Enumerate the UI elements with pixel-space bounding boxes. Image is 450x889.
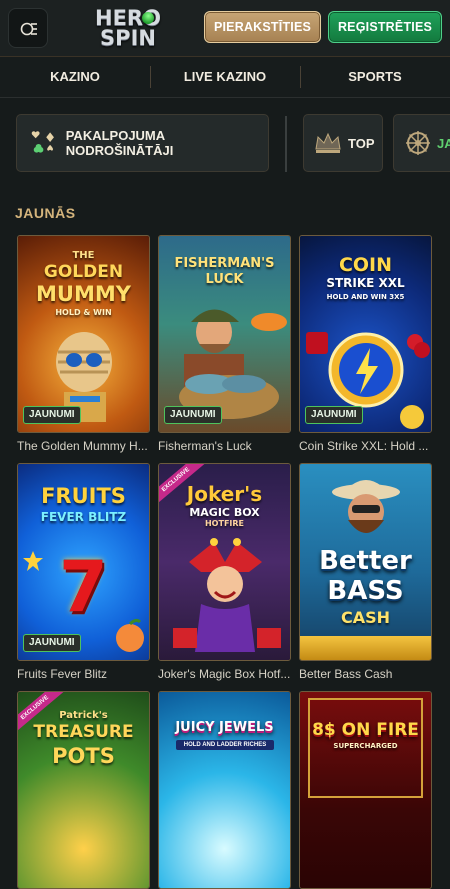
game-thumbnail: Patrick's TREASURE POTS EXCLUSIVE [18,692,149,888]
game-art-text: JUICY JEWELS [175,720,274,735]
game-art-text: HOLD AND LADDER RICHES [183,742,267,748]
game-card[interactable]: Patrick's TREASURE POTS EXCLUSIVE [17,691,150,889]
cards-icon [31,131,54,153]
game-art-text: STRIKE XXL [326,276,405,290]
game-art-text: FRUITS [41,484,126,508]
game-title[interactable]: Fisherman's Luck [158,439,293,457]
game-title[interactable]: Better Bass Cash [299,667,434,685]
game-card[interactable]: THE GOLDEN MUMMY HOLD & WIN JAUNUMI [17,235,150,433]
category-label: JA [437,135,450,151]
game-card[interactable]: COIN STRIKE XXL HOLD AND WIN 3X5 JAUNUMI [299,235,432,433]
top-header: HERO SPIN PIERAKSTĪTIES REĢISTRĒTIES [0,0,450,57]
game-thumbnail: 8$ ON FIRE SUPERCHARGED [300,692,431,888]
game-card[interactable]: FRUITS FEVER BLITZ 7 JAUNUMI [17,463,150,661]
game-thumbnail: Joker's MAGIC BOX HOTFIRE [159,464,290,660]
game-art-text: CASH [340,608,391,627]
login-button[interactable]: PIERAKSTĪTIES [204,11,321,43]
category-label: TOP [348,135,375,151]
wheel-icon [406,131,430,155]
game-title[interactable]: Joker's Magic Box Hotf... [158,667,293,685]
game-art-text: POTS [52,744,115,768]
game-thumbnail: Better BASS CASH [300,464,431,660]
game-thumbnail: FRUITS FEVER BLITZ 7 [18,464,149,660]
joker-character-icon [173,538,281,652]
new-badge: JAUNUMI [23,634,81,652]
game-art-text: MUMMY [36,282,131,306]
game-art-text: SUPERCHARGED [333,742,398,750]
game-art-text: 8$ ON FIRE [312,720,419,740]
game-card[interactable]: Better BASS CASH [299,463,432,661]
nav-divider [150,66,151,88]
category-providers[interactable]: PAKALPOJUMA NODROŠINĀTĀJI [16,114,269,172]
game-thumbnail: COIN STRIKE XXL HOLD AND WIN 3X5 [300,236,431,432]
game-art-text: THE [72,250,95,261]
category-strip: PAKALPOJUMA NODROŠINĀTĀJI TOP JA [0,112,450,176]
game-art-text: HOTFIRE [204,519,245,528]
game-art-text: LUCK [205,272,244,287]
game-art-text: COIN [338,254,393,276]
category-top[interactable]: TOP [303,114,383,172]
game-art-text: MAGIC BOX [189,506,260,519]
game-art-text: GOLDEN [43,262,124,282]
game-art-text: TREASURE [33,722,134,742]
new-badge: JAUNUMI [164,406,222,424]
game-art-text: HOLD AND WIN 3X5 [326,293,405,301]
game-art-plate: HOLD AND LADDER RICHES [176,740,274,750]
game-art-text: FEVER BLITZ [40,510,127,524]
category-divider [285,116,287,172]
game-art-text: HOLD & WIN [55,308,112,317]
game-art-text: BASS [327,576,404,606]
nav-divider [300,66,301,88]
game-art-text: Better [319,546,412,576]
site-logo[interactable]: HERO SPIN [92,8,164,52]
game-card[interactable]: FISHERMAN'S LUCK JAUNUMI [158,235,291,433]
nav-tab-sports[interactable]: SPORTS [315,57,435,97]
game-thumbnail: JUICY JEWELS HOLD AND LADDER RICHES [159,692,290,888]
star-icon [23,551,43,571]
category-wheel[interactable]: JA [393,114,450,172]
game-card[interactable]: JUICY JEWELS HOLD AND LADDER RICHES [158,691,291,889]
new-badge: JAUNUMI [23,406,81,424]
game-card[interactable]: 8$ ON FIRE SUPERCHARGED [299,691,432,889]
peach-icon [116,618,144,652]
menu-button[interactable] [8,8,48,48]
main-nav: KAZINO LIVE KAZINO SPORTS [0,57,450,98]
crown-icon [315,132,341,153]
category-label: PAKALPOJUMA NODROŠINĀTĀJI [65,128,174,158]
new-badge: JAUNUMI [305,406,363,424]
logo-text-bottom: SPIN [100,26,156,50]
register-button[interactable]: REĢISTRĒTIES [328,11,442,43]
nav-tab-kazino[interactable]: KAZINO [20,57,130,97]
game-thumbnail: THE GOLDEN MUMMY HOLD & WIN [18,236,149,432]
section-title: JAUNĀS [15,205,76,221]
game-title[interactable]: Fruits Fever Blitz [17,667,152,685]
game-thumbnail: FISHERMAN'S LUCK [159,236,290,432]
game-title[interactable]: Coin Strike XXL: Hold ... [299,439,434,457]
game-card[interactable]: Joker's MAGIC BOX HOTFIRE EXCLUSIVE [158,463,291,661]
gold-coins-pile [300,636,431,660]
game-title[interactable]: The Golden Mummy H... [17,439,152,457]
angler-character-icon [332,480,400,533]
menu-icon [20,22,37,36]
nav-tab-live-kazino[interactable]: LIVE KAZINO [160,57,290,97]
game-art-text: FISHERMAN'S [174,256,275,271]
